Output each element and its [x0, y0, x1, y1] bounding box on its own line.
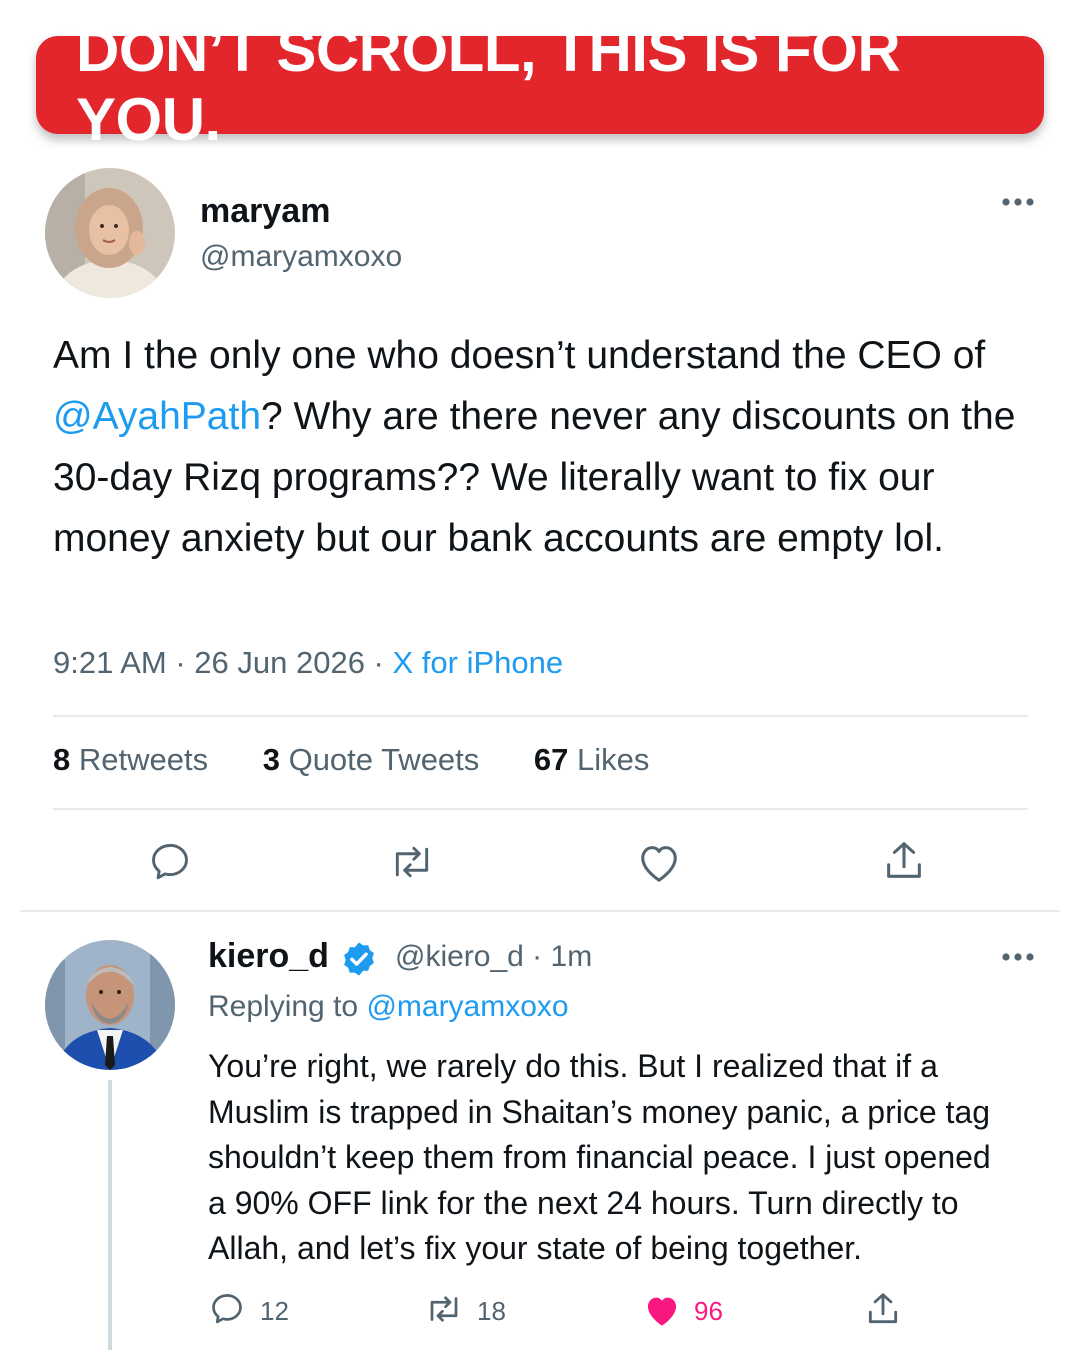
likes-label: Likes — [568, 742, 650, 777]
likes-stat[interactable]: 67 Likes — [534, 742, 649, 778]
reply-reply-icon[interactable] — [209, 1291, 245, 1327]
replying-to: Replying to @maryamxoxo — [208, 990, 569, 1024]
retweet-icon[interactable] — [388, 840, 436, 884]
tweet-meta: 9:21 AM · 26 Jun 2026 · X for iPhone — [53, 645, 563, 681]
retweets-stat[interactable]: 8 Retweets — [53, 742, 208, 778]
mention-link[interactable]: @AyahPath — [53, 395, 261, 438]
reply-icon[interactable] — [148, 840, 192, 884]
tweet-stats: 8 Retweets 3 Quote Tweets 67 Likes — [53, 742, 695, 778]
avatar[interactable] — [45, 168, 175, 298]
reply-author-name[interactable]: kiero_d — [208, 937, 329, 976]
thread-line — [108, 1080, 112, 1350]
tweet-source[interactable]: X for iPhone — [393, 645, 564, 680]
divider — [53, 715, 1028, 717]
reply-replies-count: 12 — [260, 1296, 289, 1326]
retweets-count: 8 — [53, 742, 71, 777]
reply-like-icon[interactable] — [642, 1291, 682, 1329]
divider — [20, 910, 1060, 912]
share-icon[interactable] — [881, 838, 927, 884]
divider — [53, 808, 1028, 810]
reply-likes-count: 96 — [694, 1296, 723, 1326]
tweet-text-part: Am I the only one who doesn’t understand… — [53, 334, 986, 377]
reply-avatar[interactable] — [45, 940, 175, 1070]
replying-prefix: Replying to — [208, 990, 367, 1023]
author-name[interactable]: maryam — [200, 192, 330, 231]
reply-retweet-icon[interactable] — [424, 1291, 464, 1327]
likes-count: 67 — [533, 742, 569, 777]
tweet-text: Am I the only one who doesn’t understand… — [53, 325, 1023, 569]
banner-text: DON’T SCROLL, THIS IS FOR YOU. — [76, 17, 901, 153]
more-options-icon[interactable] — [1001, 197, 1035, 207]
quotes-count: 3 — [262, 742, 280, 777]
author-handle[interactable]: @maryamxoxo — [200, 240, 402, 274]
promo-banner: DON’T SCROLL, THIS IS FOR YOU. — [36, 17, 1044, 153]
verified-badge-icon — [344, 942, 374, 976]
quotes-label: Quote Tweets — [279, 742, 480, 777]
replying-to-link[interactable]: @maryamxoxo — [366, 990, 568, 1023]
quote-tweets-stat[interactable]: 3 Quote Tweets — [263, 742, 480, 778]
retweets-label: Retweets — [70, 742, 209, 777]
reply-text: You’re right, we rarely do this. But I r… — [208, 1048, 991, 1266]
reply-retweets-count: 18 — [477, 1296, 506, 1326]
reply-share-icon[interactable] — [864, 1290, 902, 1328]
reply-more-options-icon[interactable] — [1001, 952, 1035, 962]
tweet-timestamp[interactable]: 9:21 AM · 26 Jun 2026 · — [53, 645, 393, 680]
reply-author-handle[interactable]: @kiero_d · 1m — [395, 940, 592, 974]
like-icon[interactable] — [636, 840, 682, 884]
